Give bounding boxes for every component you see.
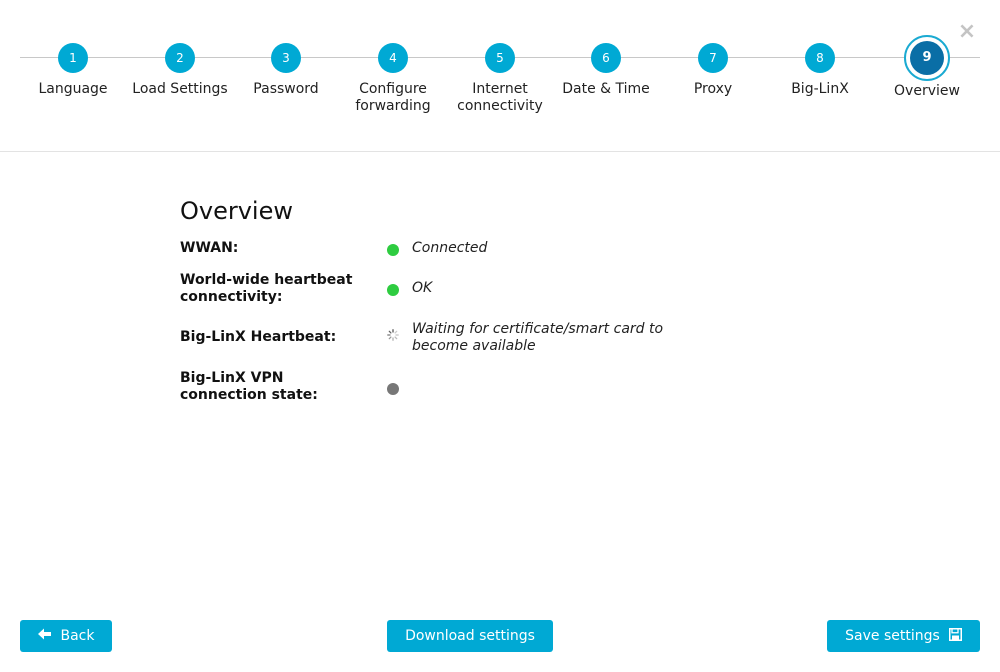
status-label: World-wide heartbeat connectivity: — [180, 272, 353, 305]
step-label: Proxy — [693, 81, 733, 97]
status-dot-gray-icon — [387, 383, 399, 395]
step-language[interactable]: 1 Language — [20, 43, 126, 98]
save-settings-button[interactable]: Save settings — [827, 620, 980, 652]
active-step-ring: 9 — [904, 35, 950, 81]
status-dot-green-icon — [387, 284, 399, 296]
spinner-icon — [387, 326, 399, 341]
status-value: Waiting for certificate/smart card to be… — [412, 321, 664, 354]
step-load-settings[interactable]: 2 Load Settings — [127, 43, 233, 98]
step-number: 8 — [805, 43, 835, 73]
step-label: Configure forwarding — [355, 81, 431, 114]
step-number: 6 — [591, 43, 621, 73]
step-label: Load Settings — [132, 81, 228, 97]
header-divider — [0, 151, 1000, 152]
floppy-disk-icon — [948, 627, 962, 645]
status-label: Big-LinX Heartbeat: — [180, 329, 337, 345]
status-value: Connected — [412, 240, 488, 256]
back-button[interactable]: Back — [20, 620, 112, 652]
arrow-left-icon — [37, 628, 52, 644]
step-internet-connectivity[interactable]: 5 Internet connectivity — [447, 43, 553, 115]
step-number: 4 — [378, 43, 408, 73]
download-settings-button[interactable]: Download settings — [387, 620, 553, 652]
step-number: 3 — [271, 43, 301, 73]
step-number: 1 — [58, 43, 88, 73]
step-number: 2 — [165, 43, 195, 73]
page-title: Overview — [180, 197, 293, 225]
step-configure-forwarding[interactable]: 4 Configure forwarding — [340, 43, 446, 115]
save-settings-label: Save settings — [845, 628, 940, 644]
wizard-stepper: 1 Language 2 Load Settings 3 Password 4 … — [20, 0, 980, 150]
step-label: Internet connectivity — [457, 81, 543, 114]
step-number: 9 — [910, 41, 944, 75]
step-overview[interactable]: 9 Overview — [874, 35, 980, 100]
step-number: 5 — [485, 43, 515, 73]
status-label: WWAN: — [180, 240, 239, 256]
status-value: OK — [412, 280, 433, 296]
step-number: 7 — [698, 43, 728, 73]
step-label: Date & Time — [562, 81, 650, 97]
status-label: Big-LinX VPN connection state: — [180, 370, 318, 403]
status-dot-green-icon — [387, 244, 399, 256]
download-settings-label: Download settings — [405, 628, 535, 644]
step-proxy[interactable]: 7 Proxy — [660, 43, 766, 98]
step-big-linx[interactable]: 8 Big-LinX — [767, 43, 873, 98]
step-label: Password — [253, 81, 319, 97]
back-label: Back — [60, 628, 95, 644]
step-label: Language — [38, 81, 108, 97]
step-label: Big-LinX — [791, 81, 849, 97]
step-label: Overview — [894, 83, 960, 99]
step-password[interactable]: 3 Password — [233, 43, 339, 98]
step-date-time[interactable]: 6 Date & Time — [553, 43, 659, 98]
